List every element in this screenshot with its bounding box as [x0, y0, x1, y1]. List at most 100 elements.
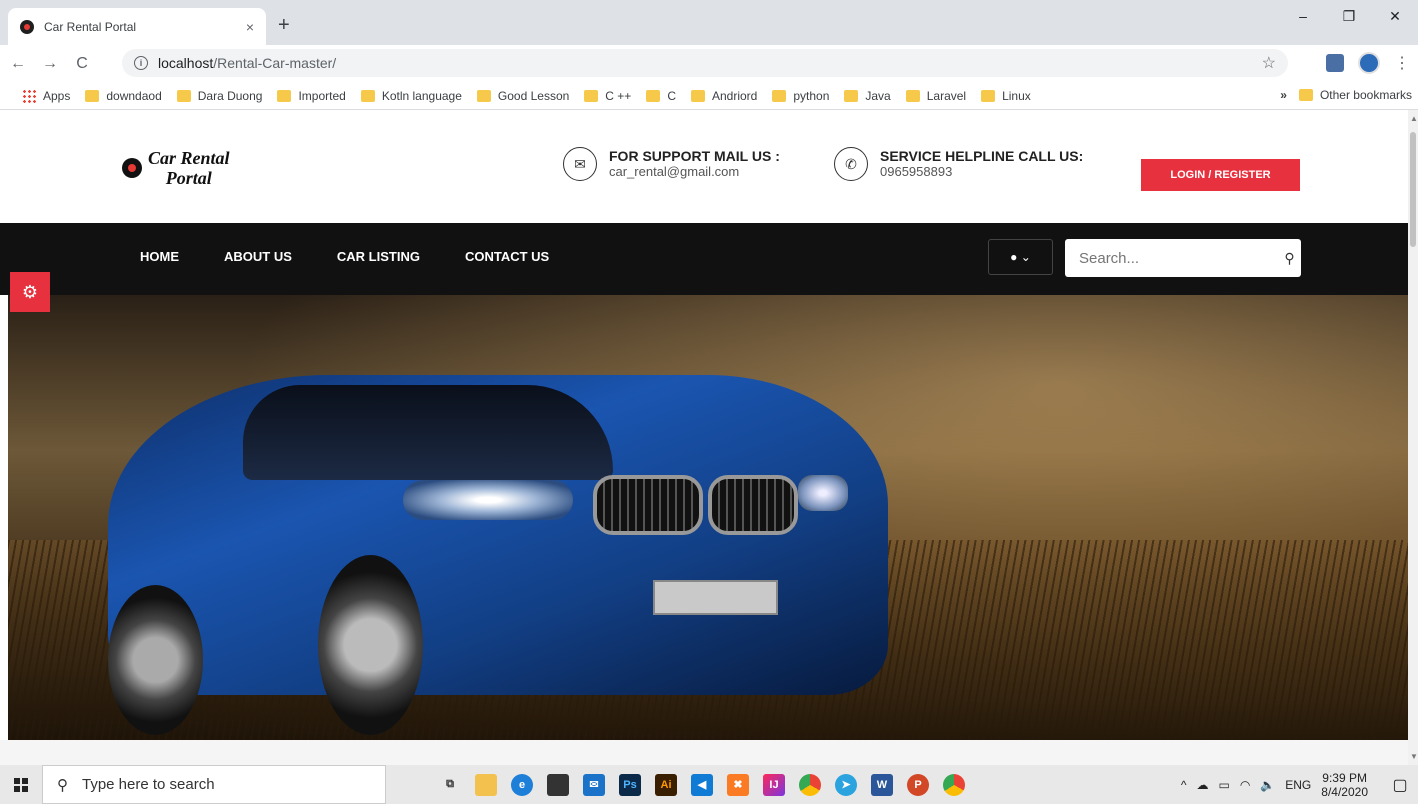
other-bookmarks[interactable]: Other bookmarks: [1320, 88, 1412, 102]
address-bar[interactable]: i localhost/Rental-Car-master/ ☆: [122, 49, 1288, 77]
hero-car-headlight: [403, 480, 573, 520]
phone-value: 0965958893: [880, 164, 953, 179]
folder-icon: [690, 89, 705, 102]
bookmarks-overflow-button[interactable]: »: [1280, 88, 1287, 102]
notification-icon[interactable]: ▢: [1382, 765, 1418, 804]
mail-button[interactable]: ✉: [576, 765, 612, 804]
photoshop-icon: Ps: [619, 773, 641, 796]
restore-button[interactable]: ❐: [1326, 0, 1372, 32]
login-register-button[interactable]: LOGIN / REGISTER: [1141, 159, 1300, 191]
bookmark-folder[interactable]: Linux: [981, 89, 1031, 103]
telegram-button[interactable]: ➤: [828, 765, 864, 804]
site-logo[interactable]: Car Rental Portal: [122, 148, 230, 188]
chrome-icon: [799, 773, 821, 796]
bookmark-folder[interactable]: Kotln language: [360, 89, 462, 103]
task-view-button[interactable]: ⧉: [432, 765, 468, 804]
show-hidden-icons-icon[interactable]: ^: [1181, 778, 1187, 792]
start-button[interactable]: [0, 765, 42, 804]
bookmark-folder[interactable]: Andriord: [690, 89, 757, 103]
page-scrollbar[interactable]: ▲ ▼: [1408, 110, 1418, 765]
windows-taskbar: ⚲ Type here to search ⧉ e ✉ Ps Ai ◀ ✖ IJ…: [0, 765, 1418, 804]
bookmark-apps[interactable]: Apps: [22, 88, 70, 103]
bookmark-folder[interactable]: C ++: [584, 89, 631, 103]
folder-icon: [475, 773, 497, 796]
vscode-icon: ◀: [691, 773, 713, 796]
folder-icon: [85, 89, 100, 102]
clock[interactable]: 9:39 PM 8/4/2020: [1321, 771, 1368, 799]
bookmark-star-icon[interactable]: ☆: [1262, 53, 1276, 73]
battery-icon[interactable]: ▭: [1218, 778, 1229, 792]
envelope-icon: ✉: [563, 147, 597, 181]
nav-car-listing[interactable]: CAR LISTING: [337, 249, 420, 264]
wifi-icon[interactable]: ◠: [1240, 778, 1250, 792]
folder-icon: [176, 89, 191, 102]
nav-home[interactable]: HOME: [140, 249, 179, 264]
bookmark-folder[interactable]: Java: [844, 89, 891, 103]
folder-icon: [584, 89, 599, 102]
profile-avatar-icon[interactable]: [1358, 52, 1380, 74]
onedrive-icon[interactable]: ☁: [1196, 778, 1208, 792]
search-input[interactable]: [1065, 249, 1278, 267]
user-circle-icon: ●: [1010, 250, 1018, 264]
forward-arrow-icon[interactable]: →: [36, 50, 64, 78]
extension-icon[interactable]: [1326, 54, 1344, 72]
minimize-button[interactable]: –: [1280, 0, 1326, 32]
store-button[interactable]: [540, 765, 576, 804]
scrollbar-thumb[interactable]: [1410, 132, 1416, 247]
hero-car-wheel: [108, 585, 203, 735]
bookmarks-bar: Apps downdaod Dara Duong Imported Kotln …: [0, 82, 1418, 110]
illustrator-button[interactable]: Ai: [648, 765, 684, 804]
photoshop-button[interactable]: Ps: [612, 765, 648, 804]
word-icon: W: [871, 773, 893, 796]
xampp-icon: ✖: [727, 773, 749, 796]
file-explorer-button[interactable]: [468, 765, 504, 804]
close-window-button[interactable]: ✕: [1372, 0, 1418, 32]
vscode-button[interactable]: ◀: [684, 765, 720, 804]
new-tab-button[interactable]: +: [278, 14, 290, 37]
folder-icon: [277, 89, 292, 102]
bookmarks-overflow: » Other bookmarks: [1280, 88, 1412, 102]
language-indicator[interactable]: ENG: [1285, 778, 1311, 792]
bookmark-folder[interactable]: C: [646, 89, 676, 103]
taskbar-search-placeholder: Type here to search: [82, 776, 215, 793]
tab-close-icon[interactable]: ×: [246, 19, 254, 35]
bookmark-folder[interactable]: Good Lesson: [476, 89, 569, 103]
bookmark-folder[interactable]: Laravel: [905, 89, 966, 103]
chevron-down-icon: ⌄: [1020, 250, 1031, 264]
xampp-button[interactable]: ✖: [720, 765, 756, 804]
search-icon[interactable]: ⚲: [1278, 250, 1301, 267]
illustrator-icon: Ai: [655, 773, 677, 796]
scroll-up-icon[interactable]: ▲: [1410, 114, 1418, 123]
volume-icon[interactable]: 🔈: [1260, 778, 1275, 792]
chrome-profile-button[interactable]: [936, 765, 972, 804]
chrome-button[interactable]: [792, 765, 828, 804]
powerpoint-button[interactable]: P: [900, 765, 936, 804]
hero-car-window: [243, 385, 613, 480]
scroll-down-icon[interactable]: ▼: [1410, 752, 1418, 761]
support-mail: ✉ FOR SUPPORT MAIL US : car_rental@gmail…: [563, 147, 780, 181]
phone-label: SERVICE HELPLINE CALL US:: [880, 148, 1084, 164]
settings-gear-icon[interactable]: ⚙: [10, 272, 50, 312]
back-arrow-icon[interactable]: ←: [4, 50, 32, 78]
user-dropdown-button[interactable]: ● ⌄: [988, 239, 1053, 275]
browser-menu-icon[interactable]: ⋮: [1394, 53, 1410, 73]
hero-banner-image: [8, 295, 1408, 740]
bookmark-folder[interactable]: downdaod: [85, 89, 162, 103]
folder-icon: [981, 89, 996, 102]
bookmark-folder[interactable]: Dara Duong: [176, 89, 262, 103]
site-info-icon[interactable]: i: [134, 56, 148, 70]
word-button[interactable]: W: [864, 765, 900, 804]
bookmark-folder[interactable]: Imported: [277, 89, 346, 103]
bookmark-folder[interactable]: python: [772, 89, 829, 103]
intellij-button[interactable]: IJ: [756, 765, 792, 804]
edge-button[interactable]: e: [504, 765, 540, 804]
nav-contact-us[interactable]: CONTACT US: [465, 249, 549, 264]
browser-toolbar: ← → C i localhost/Rental-Car-master/ ☆ ⋮: [0, 45, 1418, 82]
browser-tab[interactable]: Car Rental Portal ×: [8, 8, 266, 45]
taskbar-search[interactable]: ⚲ Type here to search: [42, 765, 386, 804]
address-path: /Rental-Car-master/: [213, 55, 337, 71]
folder-icon: [772, 89, 787, 102]
reload-icon[interactable]: C: [68, 50, 96, 78]
folder-icon: [646, 89, 661, 102]
nav-about-us[interactable]: ABOUT US: [224, 249, 292, 264]
